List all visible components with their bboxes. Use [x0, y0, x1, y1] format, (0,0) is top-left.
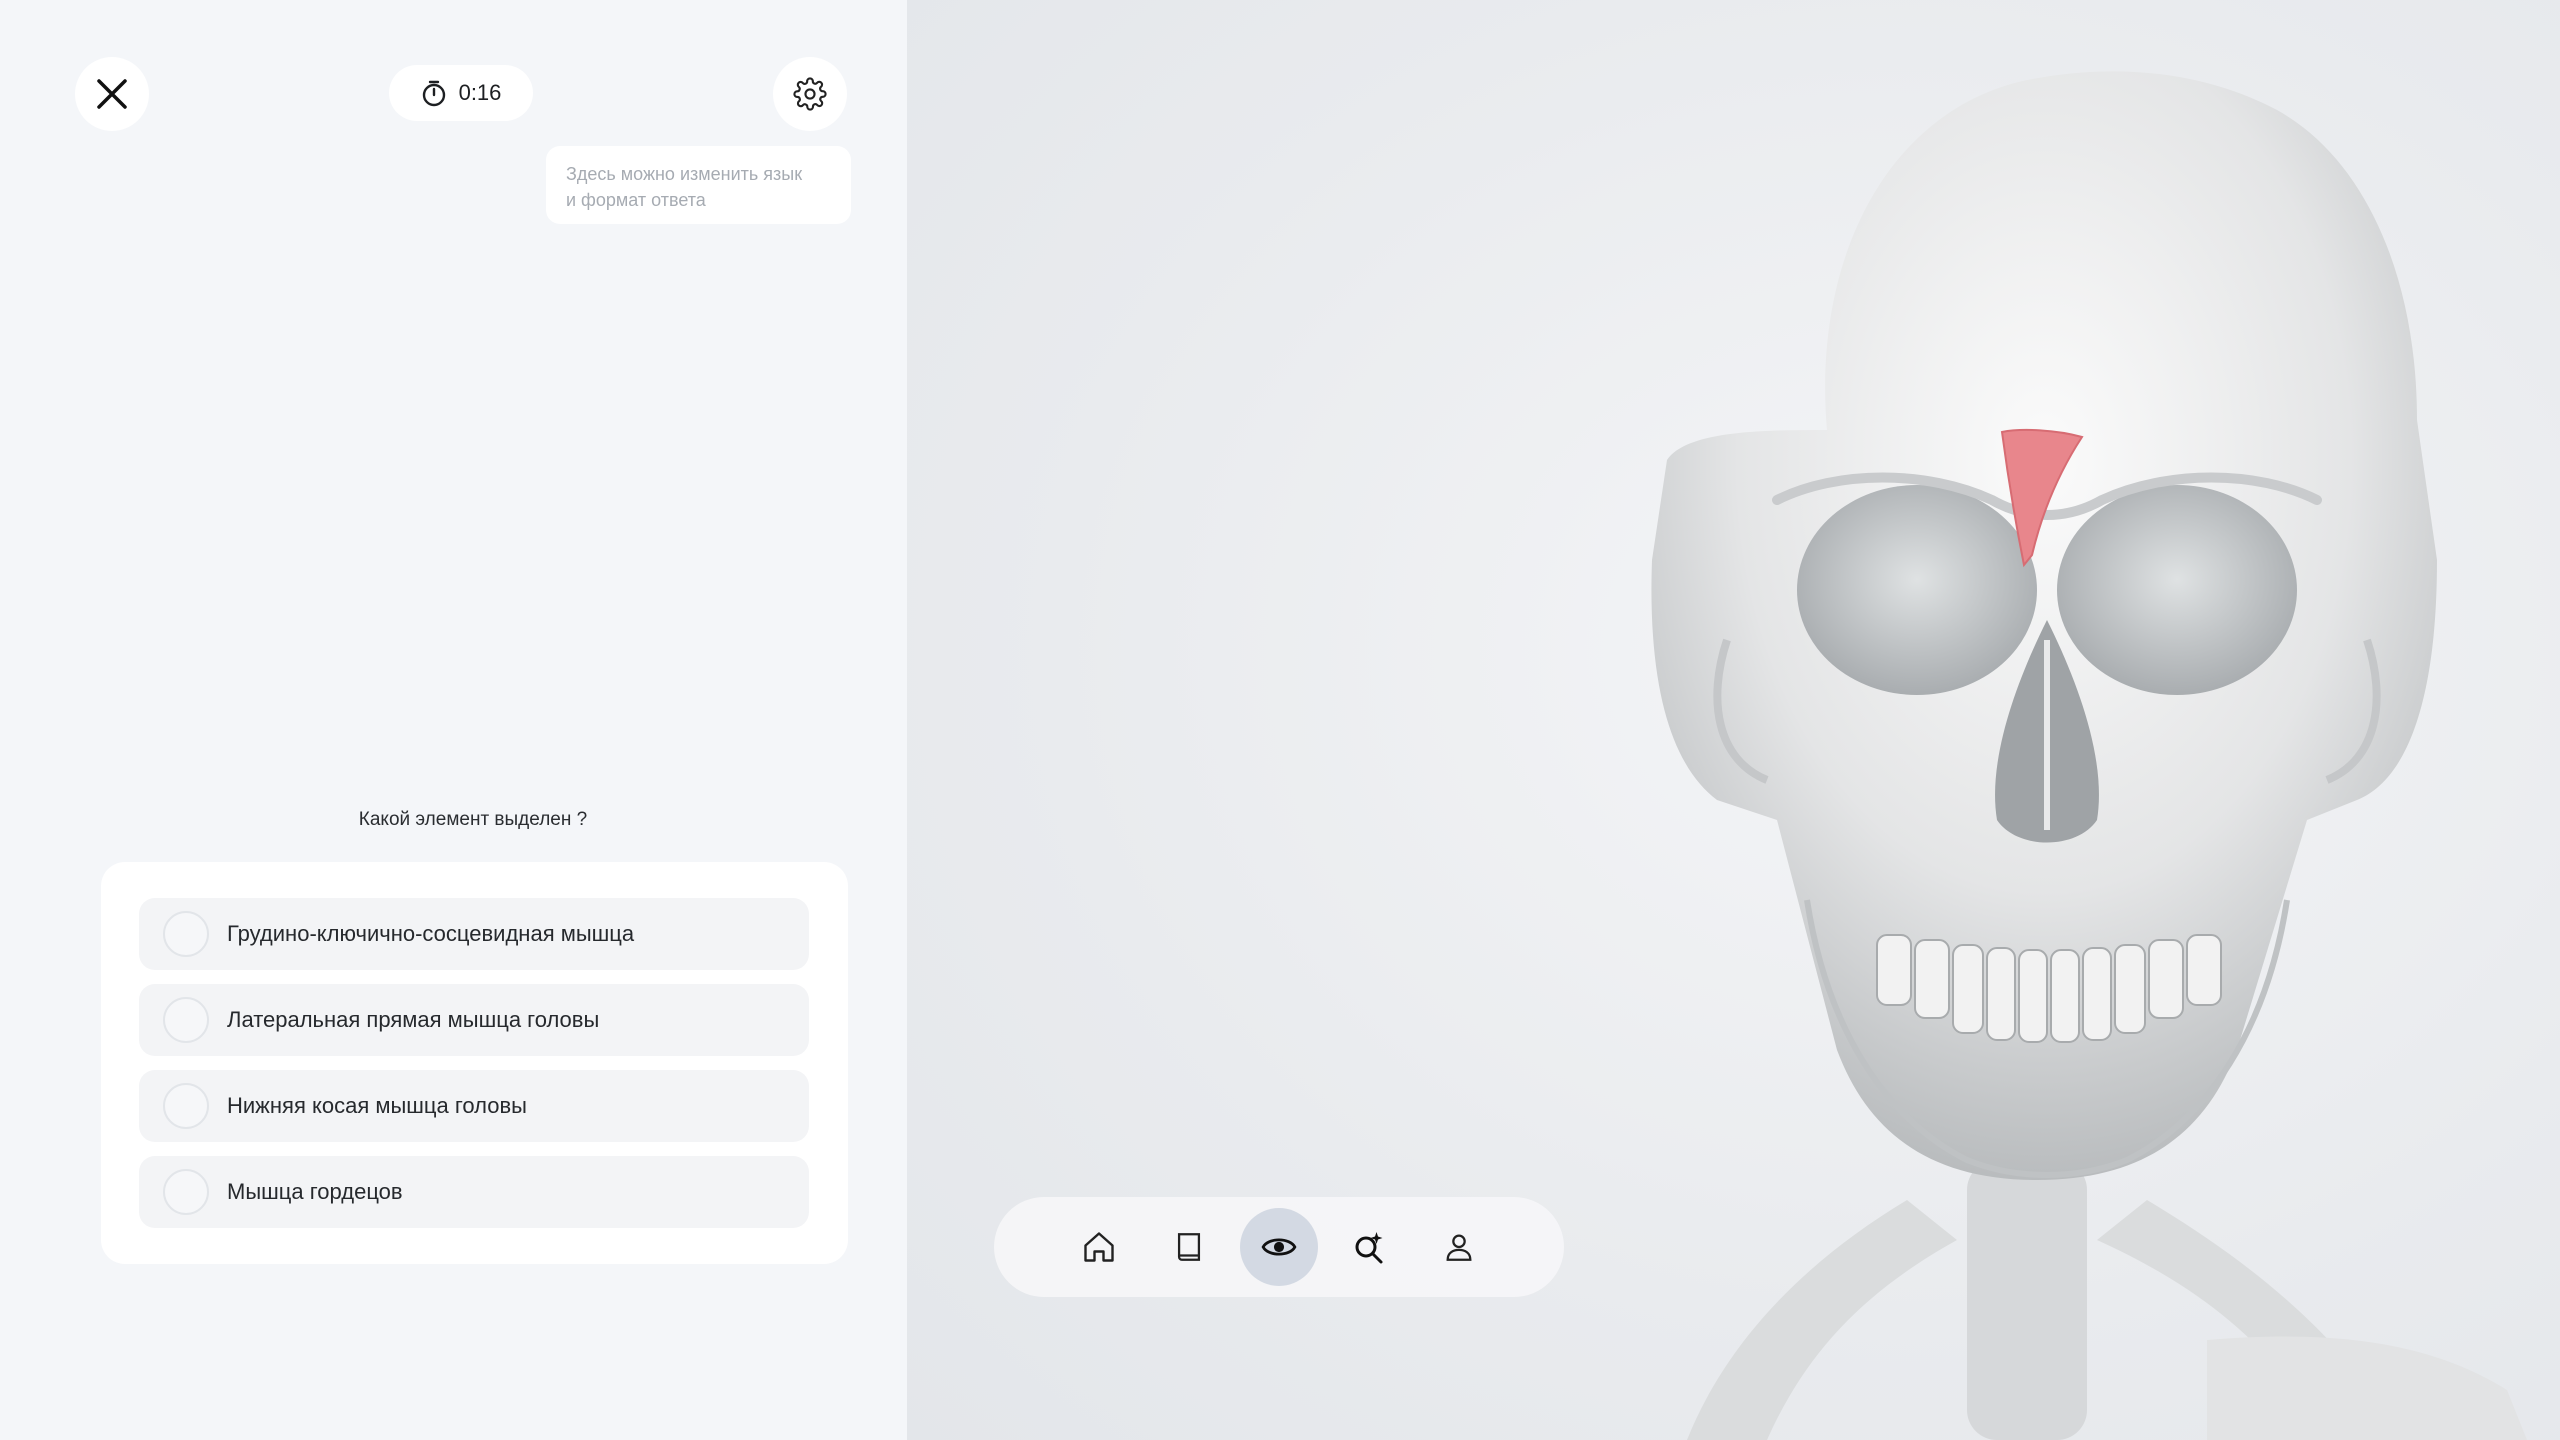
answer-option-2[interactable]: Латеральная прямая мышца головы: [139, 984, 809, 1056]
view-mode-button[interactable]: [1240, 1208, 1318, 1286]
answer-label: Грудино-ключично-сосцевидная мышца: [227, 921, 635, 946]
magic-search-icon: [1355, 1232, 1383, 1264]
left-orbit: [1797, 485, 2037, 695]
close-button[interactable]: [75, 57, 149, 131]
tooltip-line-2: и формат ответа: [566, 190, 706, 210]
user-icon: [1446, 1234, 1472, 1261]
answers-card: Грудино-ключично-сосцевидная мышца Латер…: [101, 862, 848, 1264]
answer-label: Мышца гордецов: [227, 1179, 403, 1204]
stopwatch-icon: [422, 80, 445, 107]
right-orbit: [2057, 485, 2297, 695]
spine-and-ribs: [1687, 1160, 2527, 1440]
radio-button[interactable]: [163, 1169, 209, 1215]
home-button[interactable]: [1060, 1208, 1138, 1286]
answer-label: Латеральная прямая мышца головы: [227, 1007, 600, 1032]
book-icon: [1177, 1233, 1201, 1261]
radio-button[interactable]: [163, 997, 209, 1043]
home-icon: [1084, 1232, 1114, 1262]
timer: 0:16: [389, 65, 533, 121]
tooltip-line-1: Здесь можно изменить язык: [566, 164, 803, 184]
library-button[interactable]: [1150, 1208, 1228, 1286]
answer-label: Нижняя косая мышца головы: [227, 1093, 527, 1118]
close-icon: [97, 79, 127, 109]
radio-button[interactable]: [163, 911, 209, 957]
settings-button[interactable]: [773, 57, 847, 131]
question-text: Какой элемент выделен ?: [358, 809, 588, 830]
gear-icon: [793, 77, 827, 111]
answer-option-4[interactable]: Мышца гордецов: [139, 1156, 809, 1228]
settings-tooltip: Здесь можно изменить язык и формат ответ…: [546, 146, 851, 224]
answer-option-1[interactable]: Грудино-ключично-сосцевидная мышца: [139, 898, 809, 970]
view-toolbar: [994, 1197, 1564, 1297]
eye-icon: [1261, 1238, 1297, 1256]
radio-button[interactable]: [163, 1083, 209, 1129]
answer-option-3[interactable]: Нижняя косая мышца головы: [139, 1070, 809, 1142]
timer-value: 0:16: [458, 80, 502, 105]
quiz-panel: 0:16 Здесь можно изменить язык и формат …: [0, 0, 907, 1440]
3d-viewport[interactable]: [907, 0, 2560, 1440]
profile-button[interactable]: [1420, 1208, 1498, 1286]
app-root: 0:16 Здесь можно изменить язык и формат …: [0, 0, 2560, 1440]
search-button[interactable]: [1330, 1208, 1408, 1286]
